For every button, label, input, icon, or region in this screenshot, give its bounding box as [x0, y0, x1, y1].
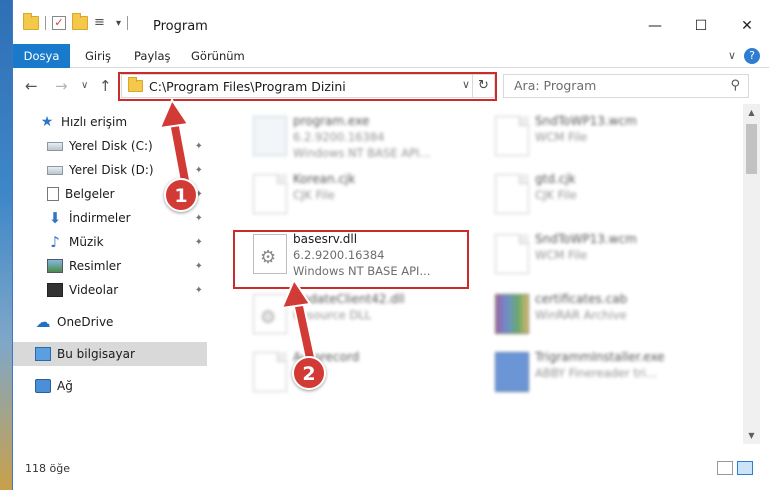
step-1-badge: 1	[164, 178, 198, 212]
arrow-2-head	[280, 277, 312, 310]
step-2-badge: 2	[292, 356, 326, 390]
annotation-arrows	[158, 97, 316, 360]
arrow-1-head	[158, 97, 190, 130]
